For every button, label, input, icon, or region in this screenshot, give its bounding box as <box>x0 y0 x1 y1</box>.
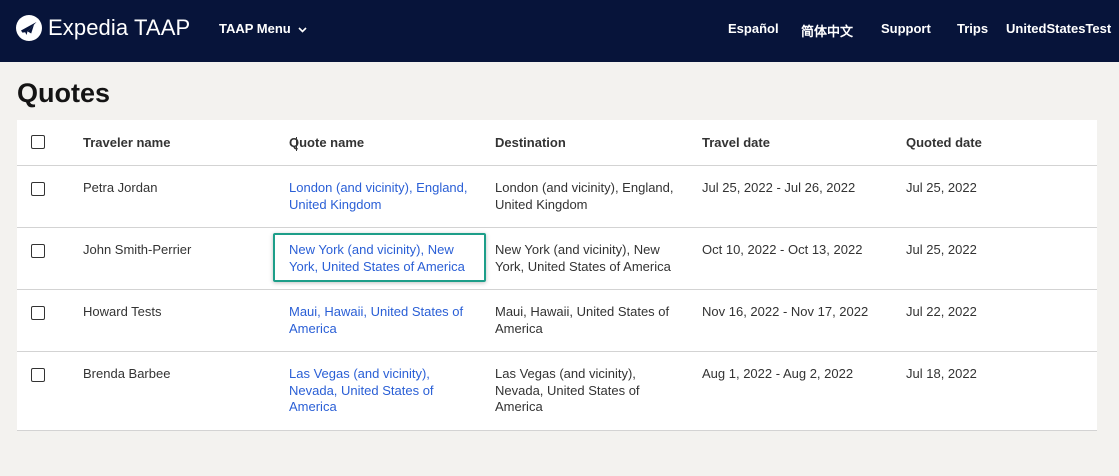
brand-name: Expedia TAAP <box>48 15 191 40</box>
brand-logo[interactable]: Expedia TAAP <box>16 15 190 41</box>
page-title: Quotes <box>17 78 111 108</box>
destination: Maui, Hawaii, United States of America <box>495 304 670 336</box>
quote-name-link[interactable]: London (and vicinity), England, United K… <box>289 180 479 213</box>
taap-menu-button[interactable]: TAAP Menu <box>219 21 307 36</box>
traveler-name: Brenda Barbee <box>83 366 171 381</box>
row-checkbox[interactable] <box>31 368 45 382</box>
nav-link-trips[interactable]: Trips <box>957 21 988 36</box>
expedia-plane-icon <box>16 15 42 41</box>
traveler-name: Howard Tests <box>83 304 162 319</box>
travel-date: Oct 10, 2022 - Oct 13, 2022 <box>702 242 863 257</box>
destination: Las Vegas (and vicinity), Nevada, United… <box>495 366 640 414</box>
quoted-date: Jul 18, 2022 <box>906 366 977 381</box>
column-header-destination[interactable]: Destination <box>495 135 685 152</box>
quoted-date: Jul 25, 2022 <box>906 180 977 195</box>
account-menu[interactable]: UnitedStatesTest <box>1006 21 1111 36</box>
row-checkbox[interactable] <box>31 244 45 258</box>
nav-link-espanol[interactable]: Español <box>728 21 779 36</box>
table-row: John Smith-Perrier New York (and vicinit… <box>17 228 1097 290</box>
column-header-quote-name[interactable]: Quote name <box>289 135 479 152</box>
travel-date: Jul 25, 2022 - Jul 26, 2022 <box>702 180 856 195</box>
column-header-quoted-date[interactable]: Quoted date <box>906 135 1086 152</box>
quote-name-link[interactable]: Las Vegas (and vicinity), Nevada, United… <box>289 366 479 416</box>
quoted-date: Jul 25, 2022 <box>906 242 977 257</box>
nav-link-support[interactable]: Support <box>881 21 931 36</box>
destination: London (and vicinity), England, United K… <box>495 180 674 212</box>
quote-name-link[interactable]: Maui, Hawaii, United States of America <box>289 304 479 337</box>
chevron-down-icon <box>298 21 307 36</box>
table-row: Brenda Barbee Las Vegas (and vicinity), … <box>17 352 1097 431</box>
nav-link-chinese[interactable]: 简体中文 <box>801 21 853 40</box>
destination: New York (and vicinity), New York, Unite… <box>495 242 671 274</box>
traveler-name: Petra Jordan <box>83 180 158 195</box>
select-all-checkbox[interactable] <box>31 135 45 149</box>
row-checkbox[interactable] <box>31 182 45 196</box>
taap-menu-label: TAAP Menu <box>219 21 291 36</box>
row-checkbox[interactable] <box>31 306 45 320</box>
travel-date: Aug 1, 2022 - Aug 2, 2022 <box>702 366 854 381</box>
top-navigation-bar: Expedia TAAP TAAP Menu Español 简体中文 Supp… <box>0 0 1119 62</box>
column-header-travel-date[interactable]: Travel date <box>702 135 892 152</box>
quote-name-link[interactable]: New York (and vicinity), New York, Unite… <box>289 242 479 275</box>
traveler-name: John Smith-Perrier <box>83 242 192 257</box>
text-cursor <box>296 137 297 151</box>
quoted-date: Jul 22, 2022 <box>906 304 977 319</box>
quotes-table: Traveler name Quote name Destination Tra… <box>17 120 1097 431</box>
column-header-traveler-name[interactable]: Traveler name <box>83 135 273 152</box>
table-row: Petra Jordan London (and vicinity), Engl… <box>17 166 1097 228</box>
travel-date: Nov 16, 2022 - Nov 17, 2022 <box>702 304 869 319</box>
table-header-row: Traveler name Quote name Destination Tra… <box>17 120 1097 166</box>
table-row: Howard Tests Maui, Hawaii, United States… <box>17 290 1097 352</box>
